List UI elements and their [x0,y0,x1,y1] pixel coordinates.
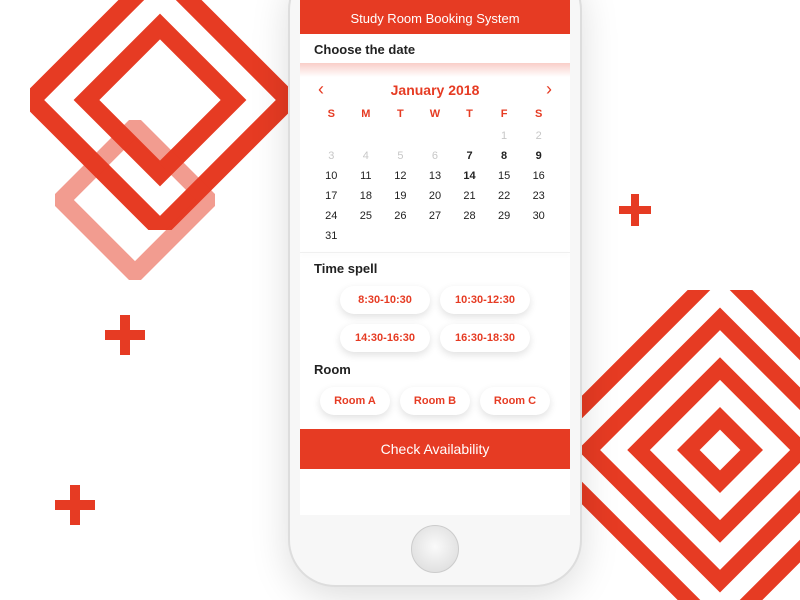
weekday-header: W [418,104,453,126]
calendar-day[interactable]: 22 [487,186,522,206]
carrier-label: GS [337,0,351,1]
bg-diamond-right [560,290,800,600]
calendar-day[interactable]: 23 [521,186,556,206]
calendar-day[interactable]: 7 [452,146,487,166]
calendar-day[interactable]: 11 [349,166,384,186]
calendar-day [314,126,349,146]
calendar-day [349,126,384,146]
calendar-day[interactable]: 29 [487,206,522,226]
app-title: Study Room Booking System [300,5,570,34]
date-header-gradient [300,63,570,77]
timeslot-chip[interactable]: 14:30-16:30 [340,324,430,352]
bg-plus-1 [100,310,150,360]
home-button[interactable] [411,525,459,573]
bg-diamond-midleft [55,120,215,280]
room-heading: Room [300,360,570,383]
calendar-day [452,126,487,146]
timeslot-chip[interactable]: 8:30-10:30 [340,286,430,314]
room-chip[interactable]: Room B [400,387,470,415]
timeslot-chip[interactable]: 10:30-12:30 [440,286,530,314]
timeslot-chips: 8:30-10:30 10:30-12:30 14:30-16:30 16:30-18… [300,282,570,360]
calendar-day[interactable]: 20 [418,186,453,206]
calendar-day[interactable]: 10 [314,166,349,186]
room-chip[interactable]: Room C [480,387,550,415]
calendar-day[interactable]: 18 [349,186,384,206]
calendar-day [349,226,384,246]
weekday-header: F [487,104,522,126]
calendar-day[interactable]: 25 [349,206,384,226]
calendar-grid: SMTWTFS 12345678910111213141516171819202… [314,104,556,246]
battery-pct: 58 % [517,0,540,1]
weekday-header: S [521,104,556,126]
prev-month-button[interactable]: ‹ [318,79,324,100]
weekday-header: M [349,104,384,126]
phone-frame: GS 🔒 09:24 58 % Study Room Booking Syste… [290,0,580,585]
calendar-day[interactable]: 15 [487,166,522,186]
signal-dots-icon [308,0,333,1]
bg-plus-3 [615,190,655,230]
calendar-day [521,226,556,246]
calendar-day[interactable]: 30 [521,206,556,226]
calendar-day[interactable]: 12 [383,166,418,186]
month-label: January 2018 [391,82,480,98]
calendar-day[interactable]: 9 [521,146,556,166]
choose-date-heading: Choose the date [300,34,570,63]
calendar-day[interactable]: 24 [314,206,349,226]
calendar-day [418,226,453,246]
room-chips: Room A Room B Room C [300,383,570,423]
check-availability-button[interactable]: Check Availability [300,429,570,469]
calendar-day[interactable]: 6 [418,146,453,166]
weekday-header: T [383,104,418,126]
calendar-day[interactable]: 19 [383,186,418,206]
timeslot-chip[interactable]: 16:30-18:30 [440,324,530,352]
calendar-day[interactable]: 4 [349,146,384,166]
calendar-day [418,126,453,146]
calendar-day [452,226,487,246]
calendar-day[interactable]: 8 [487,146,522,166]
weekday-header: T [452,104,487,126]
wifi-icon [355,0,366,1]
calendar-day[interactable]: 21 [452,186,487,206]
calendar-day[interactable]: 14 [452,166,487,186]
calendar-day[interactable]: 5 [383,146,418,166]
calendar-day[interactable]: 3 [314,146,349,166]
weekday-header: S [314,104,349,126]
bluetooth-icon [506,0,513,2]
calendar-day[interactable]: 16 [521,166,556,186]
calendar-day[interactable]: 1 [487,126,522,146]
calendar-day[interactable]: 17 [314,186,349,206]
room-chip[interactable]: Room A [320,387,390,415]
bg-diamond-topleft [30,0,290,230]
calendar-day[interactable]: 31 [314,226,349,246]
clock-time: 09:24 [429,0,457,1]
next-month-button[interactable]: › [546,79,552,100]
calendar-day[interactable]: 27 [418,206,453,226]
calendar-day[interactable]: 26 [383,206,418,226]
time-spell-heading: Time spell [300,253,570,282]
screen: GS 🔒 09:24 58 % Study Room Booking Syste… [300,0,570,515]
calendar-day [487,226,522,246]
calendar-day[interactable]: 2 [521,126,556,146]
calendar-day [383,226,418,246]
bg-plus-2 [50,480,100,530]
calendar-day [383,126,418,146]
calendar-day[interactable]: 13 [418,166,453,186]
calendar-day[interactable]: 28 [452,206,487,226]
